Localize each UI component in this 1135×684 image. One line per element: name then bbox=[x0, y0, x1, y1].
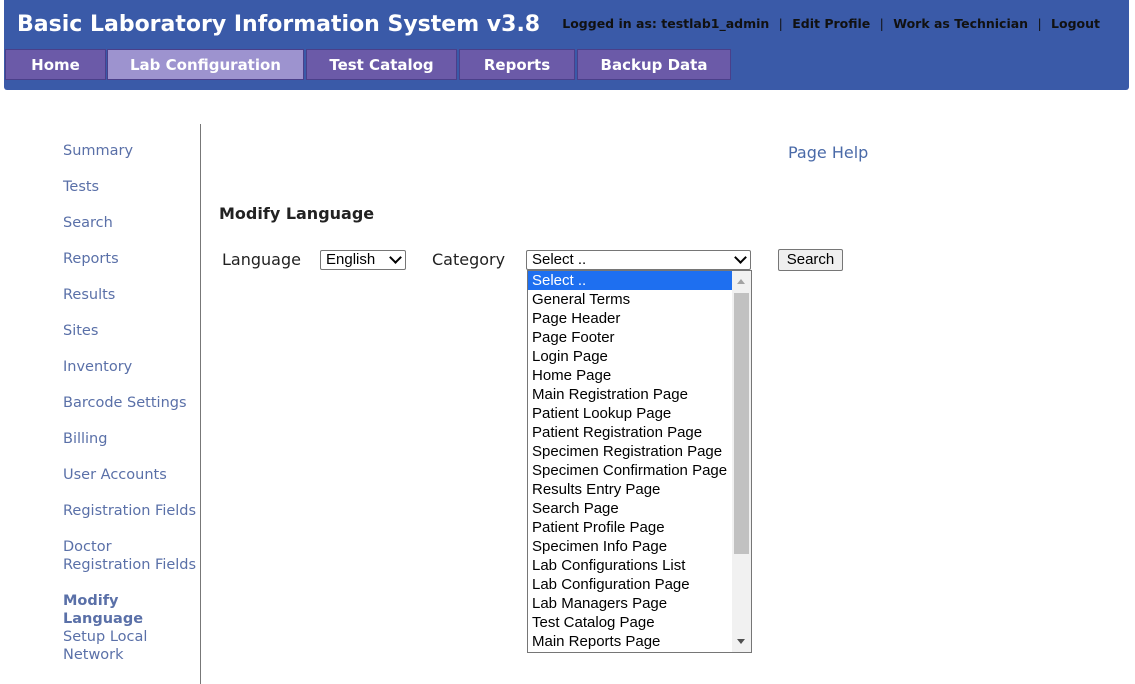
dropdown-option[interactable]: Select .. bbox=[528, 271, 732, 290]
tab-test-catalog[interactable]: Test Catalog bbox=[306, 49, 457, 80]
tab-home[interactable]: Home bbox=[5, 49, 106, 80]
search-button[interactable]: Search bbox=[778, 249, 843, 271]
sidebar-item-sites[interactable]: Sites bbox=[63, 322, 198, 340]
sidebar-item-summary[interactable]: Summary bbox=[63, 142, 198, 160]
sidebar-item-reports[interactable]: Reports bbox=[63, 250, 198, 268]
dropdown-option[interactable]: Lab Configurations List bbox=[528, 556, 732, 575]
dropdown-option[interactable]: Test Catalog Page bbox=[528, 613, 732, 632]
separator: | bbox=[1037, 16, 1042, 31]
tab-lab-configuration[interactable]: Lab Configuration bbox=[107, 49, 304, 80]
sidebar-item-registration-fields[interactable]: Registration Fields bbox=[63, 502, 198, 520]
chevron-down-icon bbox=[389, 251, 402, 264]
category-select[interactable]: Select .. bbox=[526, 250, 751, 270]
logged-in-text: Logged in as: testlab1_admin bbox=[562, 16, 770, 31]
dropdown-option[interactable]: General Terms bbox=[528, 290, 732, 309]
sidebar-item-billing[interactable]: Billing bbox=[63, 430, 198, 448]
sidebar-item-doctor-registration-fields[interactable]: Doctor Registration Fields bbox=[63, 538, 198, 574]
dropdown-option[interactable]: Patient Profile Page bbox=[528, 518, 732, 537]
app-title: Basic Laboratory Information System v3.8 bbox=[17, 12, 541, 37]
scroll-thumb[interactable] bbox=[734, 293, 749, 554]
dropdown-option[interactable]: Login Page bbox=[528, 347, 732, 366]
dropdown-option[interactable]: Lab Managers Page bbox=[528, 594, 732, 613]
user-bar: Logged in as: testlab1_admin | Edit Prof… bbox=[562, 16, 1100, 31]
dropdown-option[interactable]: Main Registration Page bbox=[528, 385, 732, 404]
category-dropdown-list[interactable]: Select .. General Terms Page Header Page… bbox=[527, 270, 752, 653]
sidebar-item-results[interactable]: Results bbox=[63, 286, 198, 304]
dropdown-option[interactable]: Specimen Registration Page bbox=[528, 442, 732, 461]
language-select[interactable]: English bbox=[320, 250, 406, 270]
scroll-up-button[interactable] bbox=[732, 271, 751, 291]
tab-reports[interactable]: Reports bbox=[459, 49, 575, 80]
sidebar-item-tests[interactable]: Tests bbox=[63, 178, 198, 196]
dropdown-option[interactable]: Patient Lookup Page bbox=[528, 404, 732, 423]
sidebar-item-modify-language[interactable]: Modify Language bbox=[63, 592, 198, 628]
scroll-down-button[interactable] bbox=[732, 632, 751, 652]
dropdown-option[interactable]: Search Page bbox=[528, 499, 732, 518]
triangle-up-icon bbox=[737, 279, 745, 284]
sidebar-item-setup-local-network[interactable]: Setup Local Network bbox=[63, 628, 198, 664]
triangle-down-icon bbox=[737, 639, 745, 644]
page-title: Modify Language bbox=[219, 204, 375, 223]
dropdown-option[interactable]: Main Reports Page bbox=[528, 632, 732, 651]
sidebar-item-user-accounts[interactable]: User Accounts bbox=[63, 466, 198, 484]
dropdown-scrollbar[interactable] bbox=[732, 271, 751, 652]
logout-link[interactable]: Logout bbox=[1051, 16, 1100, 31]
category-select-value: Select .. bbox=[532, 251, 587, 268]
dropdown-option[interactable]: Home Page bbox=[528, 366, 732, 385]
sidebar-item-barcode-settings[interactable]: Barcode Settings bbox=[63, 394, 198, 412]
dropdown-option[interactable]: Page Footer bbox=[528, 328, 732, 347]
category-label: Category bbox=[432, 250, 506, 269]
chevron-down-icon bbox=[734, 251, 747, 264]
work-as-technician-link[interactable]: Work as Technician bbox=[893, 16, 1028, 31]
sidebar-item-inventory[interactable]: Inventory bbox=[63, 358, 198, 376]
language-select-value: English bbox=[326, 251, 376, 268]
dropdown-option[interactable]: Specimen Info Page bbox=[528, 537, 732, 556]
language-label: Language bbox=[222, 250, 301, 269]
dropdown-option[interactable]: Page Header bbox=[528, 309, 732, 328]
app-header: Basic Laboratory Information System v3.8… bbox=[4, 0, 1129, 90]
dropdown-option[interactable]: Results Entry Page bbox=[528, 480, 732, 499]
tab-backup-data[interactable]: Backup Data bbox=[577, 49, 731, 80]
dropdown-option[interactable]: Specimen Confirmation Page bbox=[528, 461, 732, 480]
sidebar: Summary Tests Search Reports Results Sit… bbox=[0, 124, 201, 684]
dropdown-option[interactable]: Patient Registration Page bbox=[528, 423, 732, 442]
separator: | bbox=[879, 16, 884, 31]
dropdown-option[interactable]: Lab Configuration Page bbox=[528, 575, 732, 594]
separator: | bbox=[778, 16, 783, 31]
edit-profile-link[interactable]: Edit Profile bbox=[792, 16, 870, 31]
page-help-link[interactable]: Page Help bbox=[788, 143, 868, 162]
sidebar-item-search[interactable]: Search bbox=[63, 214, 198, 232]
